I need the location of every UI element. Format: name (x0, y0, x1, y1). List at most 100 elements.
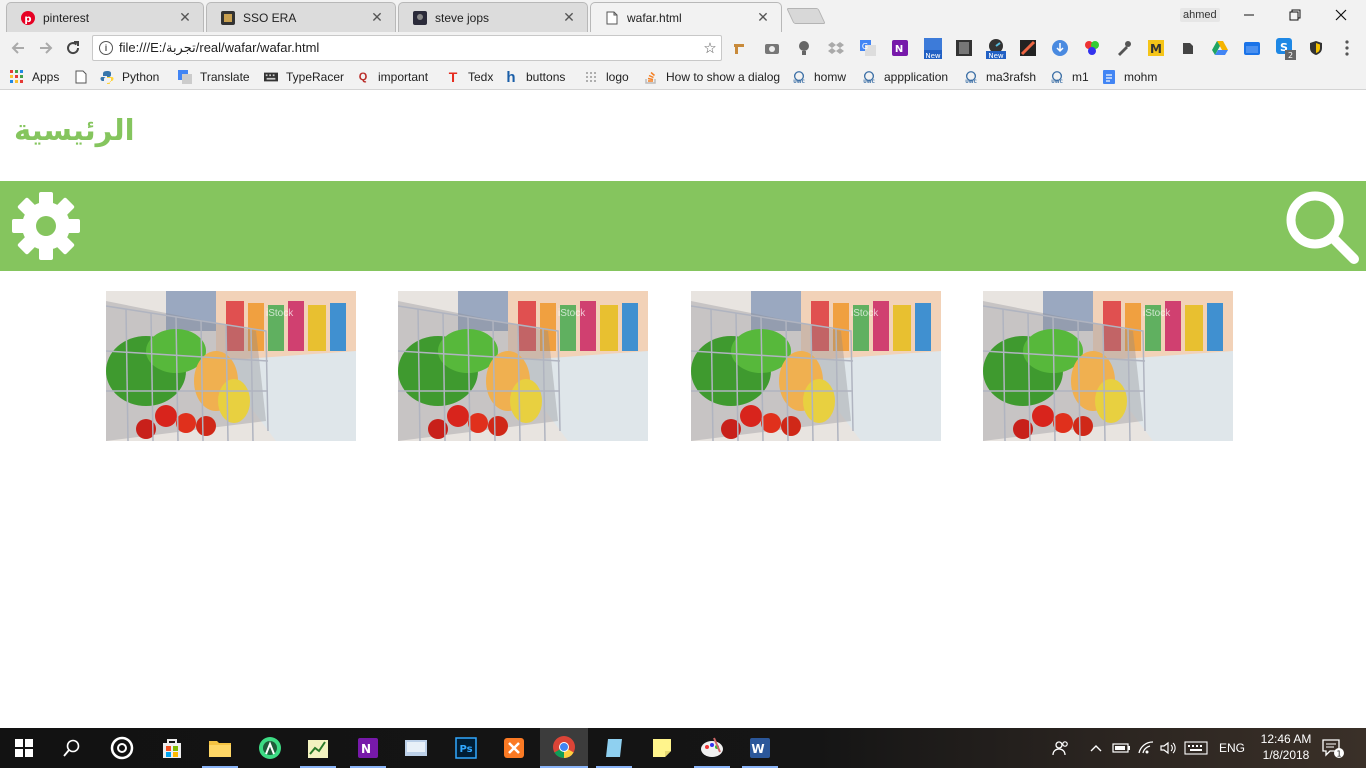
bookmark-apps[interactable]: Apps (10, 68, 59, 86)
search-button[interactable] (1284, 189, 1360, 265)
settings-button[interactable] (10, 190, 82, 262)
new-tab-button[interactable] (786, 8, 826, 24)
quora-icon: Q (358, 71, 368, 83)
speedometer-icon[interactable]: New (986, 38, 1006, 60)
image-editor-icon[interactable] (1020, 40, 1036, 56)
windows-start-icon (15, 739, 33, 757)
taskbar-file-explorer[interactable] (196, 728, 244, 768)
m-extension-icon[interactable]: M (1148, 40, 1164, 56)
bookmark-label: important (378, 70, 429, 84)
taskbar-app-window[interactable] (392, 728, 440, 768)
show-hidden-icons-button[interactable] (1090, 728, 1102, 768)
bookmark-mohm[interactable]: mohm (1102, 68, 1157, 86)
clock-button[interactable]: 12:46 AM 1/8/2018 (1256, 731, 1316, 763)
tab-title: steve jops (435, 10, 490, 25)
product-image[interactable]: iStock (983, 291, 1233, 441)
input-language-button[interactable]: ENG (1219, 728, 1245, 768)
taskbar-store[interactable] (148, 728, 196, 768)
svg-text:N: N (361, 742, 371, 756)
close-icon[interactable]: ✕ (369, 9, 385, 26)
google-translate-icon[interactable]: G (860, 40, 876, 56)
taskbar-paint[interactable] (688, 728, 736, 768)
battery-button[interactable] (1112, 728, 1132, 768)
calendar-icon[interactable] (1244, 40, 1260, 56)
taskbar-chrome[interactable] (540, 728, 588, 768)
forward-button[interactable] (36, 38, 56, 58)
bookmark-ma3rafsh[interactable]: UWC ma3rafsh (964, 68, 1036, 86)
product-image[interactable]: iStock (398, 291, 648, 441)
browser-menu-button[interactable] (1342, 40, 1352, 56)
photoshop-icon: Ps (455, 737, 477, 759)
bookmark-python[interactable]: Python (100, 68, 159, 86)
apps-grid-icon (10, 70, 24, 84)
bookmark-logo[interactable]: logo (584, 68, 629, 86)
download-icon[interactable] (1052, 40, 1068, 56)
camera-icon[interactable] (764, 40, 780, 56)
taskbar-search-button[interactable] (48, 728, 96, 768)
volume-button[interactable] (1160, 728, 1176, 768)
close-icon[interactable]: ✕ (755, 9, 771, 26)
bookmark-appplication[interactable]: UWC appplication (862, 68, 948, 86)
battery-icon (1112, 743, 1130, 753)
close-icon[interactable]: ✕ (177, 9, 193, 26)
tab-steve-jops[interactable]: steve jops ✕ (398, 2, 588, 32)
product-image[interactable]: iStock (691, 291, 941, 441)
start-button[interactable] (0, 728, 48, 768)
dropbox-icon[interactable] (828, 40, 844, 56)
bookmark-tedx[interactable]: T Tedx (446, 68, 494, 86)
taskbar-android-studio[interactable] (246, 728, 294, 768)
bookmark-star-icon[interactable]: ☆ (699, 39, 721, 57)
bookmark-homw[interactable]: UWC homw (792, 68, 846, 86)
close-icon[interactable]: ✕ (561, 9, 577, 26)
color-wheel-icon[interactable] (1084, 40, 1100, 56)
restore-button[interactable] (1272, 0, 1318, 30)
skype-badge-icon[interactable]: S2 (1276, 38, 1296, 60)
chevron-up-icon (1090, 745, 1102, 752)
bookmark-buttons[interactable]: h buttons (504, 68, 565, 86)
tab-sso-era[interactable]: SSO ERA ✕ (206, 2, 396, 32)
taskbar-app-tablet[interactable] (590, 728, 638, 768)
taskbar-app-chart[interactable] (294, 728, 342, 768)
taskbar-onenote[interactable]: N (344, 728, 392, 768)
product-image[interactable]: iStock (106, 291, 356, 441)
extension-brush-icon[interactable] (732, 40, 748, 56)
wifi-icon (1138, 741, 1154, 754)
taskbar-sticky-notes[interactable] (638, 728, 686, 768)
evernote-icon[interactable] (1180, 40, 1196, 56)
action-center-button[interactable]: 1 (1322, 728, 1344, 768)
taskbar-word[interactable]: W (736, 728, 784, 768)
url-text[interactable]: file:///E:/تجربة/real/wafar/wafar.html (119, 40, 699, 56)
close-window-button[interactable] (1318, 0, 1364, 30)
minimize-icon (1244, 14, 1254, 16)
address-bar[interactable]: i file:///E:/تجربة/real/wafar/wafar.html… (92, 35, 722, 61)
bookmark-label: m1 (1072, 70, 1089, 84)
lightbulb-icon[interactable] (796, 40, 812, 56)
tedx-icon: T (448, 69, 458, 85)
eyedropper-icon[interactable] (1116, 40, 1132, 56)
film-icon[interactable] (956, 40, 972, 56)
bookmark-m1[interactable]: UWC m1 (1050, 68, 1089, 86)
profile-name[interactable]: ahmed (1180, 8, 1220, 22)
bookmark-typeracer[interactable]: TypeRacer (264, 68, 344, 86)
new-extension-icon[interactable]: New (924, 38, 942, 60)
bookmark-important[interactable]: Q important (356, 68, 428, 86)
minimize-button[interactable] (1226, 0, 1272, 30)
info-icon[interactable]: i (99, 41, 113, 55)
browser-tab-strip: p pinterest ✕ SSO ERA ✕ steve jops ✕ waf… (0, 0, 1366, 32)
shield-icon[interactable] (1308, 40, 1324, 56)
touch-keyboard-button[interactable] (1184, 728, 1208, 768)
reload-button[interactable] (63, 38, 83, 58)
people-button[interactable] (1052, 728, 1070, 768)
taskbar-photoshop[interactable]: Ps (442, 728, 490, 768)
bookmark-how-to-show-a-dialog[interactable]: How to show a dialog (644, 68, 780, 86)
cortana-button[interactable] (98, 728, 146, 768)
onenote-icon[interactable]: N (892, 40, 908, 56)
bookmark-translate[interactable]: Translate (178, 68, 250, 86)
tab-pinterest[interactable]: p pinterest ✕ (6, 2, 204, 32)
back-button[interactable] (8, 38, 28, 58)
network-button[interactable] (1138, 728, 1154, 768)
google-drive-icon[interactable] (1212, 40, 1228, 56)
bookmark-page[interactable] (74, 68, 96, 86)
taskbar-xampp[interactable] (490, 728, 538, 768)
tab-wafar[interactable]: wafar.html ✕ (590, 2, 782, 32)
